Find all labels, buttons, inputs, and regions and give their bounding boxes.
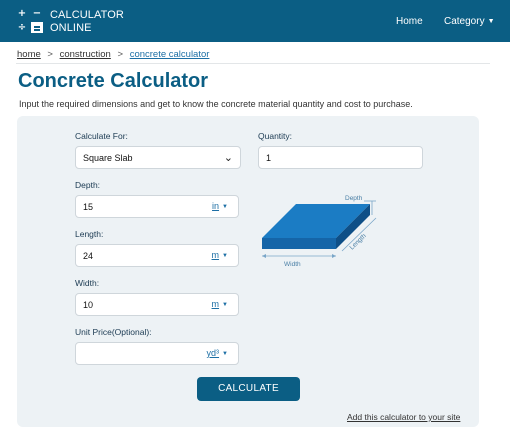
slab-front-face bbox=[262, 238, 336, 249]
slab-dimensions-figure: Depth Length Width bbox=[262, 195, 377, 268]
logo-plus-symbol: + bbox=[17, 8, 27, 19]
width-unit-select[interactable]: m ▼ bbox=[212, 299, 228, 309]
unit-price-unit-select[interactable]: yd³ ▼ bbox=[207, 348, 228, 358]
calculator-logo-icon[interactable]: + − ÷ bbox=[16, 8, 44, 34]
caret-down-icon: ▼ bbox=[222, 204, 228, 210]
depth-label: Depth: bbox=[75, 180, 101, 190]
chevron-down-icon: ⌄ bbox=[223, 151, 233, 164]
breadcrumb-separator: > bbox=[117, 49, 124, 60]
length-unit-select[interactable]: m ▼ bbox=[212, 250, 228, 260]
add-calculator-to-site-link[interactable]: Add this calculator to your site bbox=[347, 412, 460, 422]
breadcrumb-divider bbox=[16, 63, 490, 64]
brand-name[interactable]: CALCULATOR ONLINE bbox=[50, 9, 124, 35]
logo-minus-symbol: − bbox=[32, 8, 42, 19]
caret-down-icon: ▼ bbox=[487, 18, 495, 25]
caret-down-icon: ▼ bbox=[222, 351, 228, 357]
length-unit-label: m bbox=[211, 250, 220, 260]
arrow-left-icon bbox=[262, 254, 266, 258]
unit-price-input[interactable]: yd³ ▼ bbox=[75, 342, 239, 365]
calculate-for-selected-value: Square Slab bbox=[83, 153, 133, 163]
arrow-right-icon bbox=[332, 254, 336, 258]
breadcrumb-separator: > bbox=[47, 49, 53, 60]
nav-category-menu[interactable]: Category ▼ bbox=[444, 16, 495, 27]
quantity-label: Quantity: bbox=[258, 131, 293, 141]
width-value: 10 bbox=[83, 300, 94, 310]
calculate-button[interactable]: CALCULATE bbox=[197, 377, 300, 401]
breadcrumb-construction-link[interactable]: construction bbox=[60, 49, 111, 60]
length-input[interactable]: 24 m ▼ bbox=[75, 244, 239, 267]
brand-line-2: ONLINE bbox=[50, 22, 92, 34]
width-label: Width: bbox=[75, 278, 100, 288]
caret-down-icon: ▼ bbox=[222, 302, 228, 308]
brand-line-1: CALCULATOR bbox=[50, 9, 124, 21]
width-unit-label: m bbox=[211, 299, 220, 309]
quantity-input[interactable]: 1 bbox=[258, 146, 423, 169]
logo-divide-symbol: ÷ bbox=[17, 22, 27, 33]
depth-unit-label: in bbox=[212, 201, 220, 211]
logo-equals-symbol bbox=[31, 22, 43, 33]
breadcrumb: home > construction > concrete calculato… bbox=[17, 49, 209, 60]
breadcrumb-home-link[interactable]: home bbox=[17, 49, 41, 60]
length-label: Length: bbox=[75, 229, 104, 239]
header-bar: + − ÷ CALCULATOR ONLINE Home Category ▼ bbox=[0, 0, 510, 42]
calculate-for-label: Calculate For: bbox=[75, 131, 128, 141]
depth-unit-select[interactable]: in ▼ bbox=[212, 201, 228, 211]
page-title: Concrete Calculator bbox=[18, 70, 209, 92]
width-input[interactable]: 10 m ▼ bbox=[75, 293, 239, 316]
depth-input[interactable]: 15 in ▼ bbox=[75, 195, 239, 218]
depth-value: 15 bbox=[83, 202, 94, 212]
page-subtitle: Input the required dimensions and get to… bbox=[19, 99, 413, 109]
length-value: 24 bbox=[83, 251, 94, 261]
unit-price-label: Unit Price(Optional): bbox=[75, 327, 152, 337]
nav-category-label: Category bbox=[444, 16, 485, 27]
nav-home-link[interactable]: Home bbox=[396, 16, 423, 27]
quantity-value: 1 bbox=[266, 153, 272, 163]
unit-price-unit-label: yd³ bbox=[206, 348, 220, 358]
calculate-for-select[interactable]: Square Slab ⌄ bbox=[75, 146, 241, 169]
breadcrumb-concrete-calculator-link[interactable]: concrete calculator bbox=[130, 49, 210, 60]
figure-width-label: Width bbox=[284, 261, 301, 268]
figure-depth-label: Depth bbox=[345, 195, 363, 202]
caret-down-icon: ▼ bbox=[222, 253, 228, 259]
